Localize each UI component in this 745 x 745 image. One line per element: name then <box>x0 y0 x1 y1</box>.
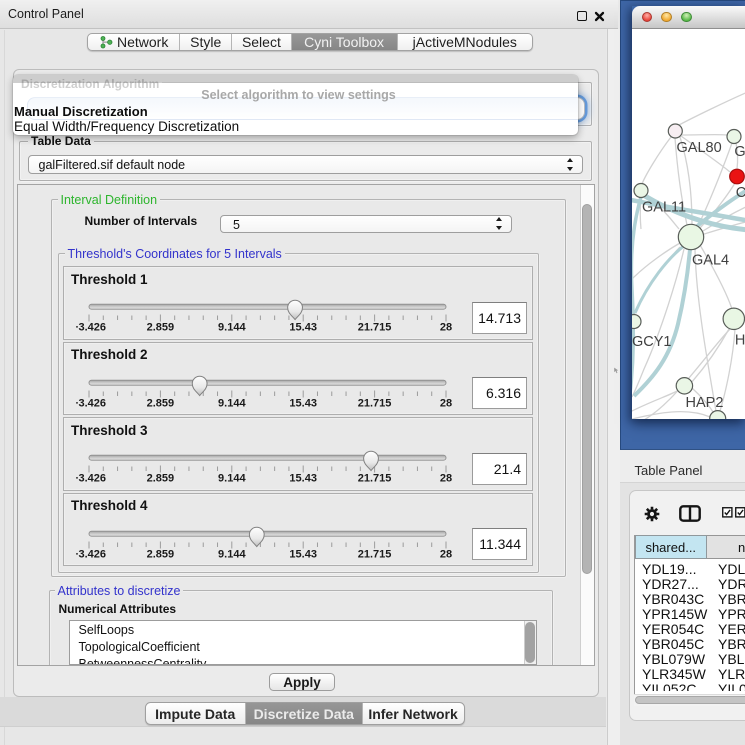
svg-text:9.144: 9.144 <box>218 322 246 334</box>
svg-text:15.43: 15.43 <box>289 397 317 409</box>
svg-text:−3.426: −3.426 <box>76 473 106 485</box>
svg-text:21.715: 21.715 <box>357 397 391 409</box>
svg-text:15.43: 15.43 <box>289 473 317 485</box>
svg-text:2.859: 2.859 <box>146 322 174 334</box>
svg-text:2.859: 2.859 <box>146 548 174 560</box>
svg-text:9.144: 9.144 <box>218 473 246 485</box>
svg-text:28: 28 <box>439 322 451 334</box>
svg-text:GAL80: GAL80 <box>677 139 722 155</box>
svg-text:15.43: 15.43 <box>289 322 317 334</box>
svg-text:HI: HI <box>735 332 745 348</box>
svg-text:−3.426: −3.426 <box>76 548 106 560</box>
svg-text:21.715: 21.715 <box>357 473 391 485</box>
svg-text:28: 28 <box>439 548 451 560</box>
svg-text:9.144: 9.144 <box>218 397 246 409</box>
svg-text:21.715: 21.715 <box>357 548 391 560</box>
svg-text:GCY1: GCY1 <box>632 334 672 350</box>
svg-text:GAL4: GAL4 <box>692 252 729 268</box>
svg-text:15.43: 15.43 <box>289 548 317 560</box>
svg-text:2.859: 2.859 <box>146 397 174 409</box>
svg-text:C: C <box>736 185 745 201</box>
svg-text:21.715: 21.715 <box>357 322 391 334</box>
svg-text:2.859: 2.859 <box>146 473 174 485</box>
svg-text:−3.426: −3.426 <box>76 397 106 409</box>
svg-text:GA: GA <box>734 143 745 159</box>
svg-text:9.144: 9.144 <box>218 548 246 560</box>
svg-text:HAP2: HAP2 <box>686 394 724 410</box>
svg-text:28: 28 <box>439 473 451 485</box>
svg-text:GAL11: GAL11 <box>642 199 686 215</box>
svg-text:28: 28 <box>439 397 451 409</box>
svg-text:−3.426: −3.426 <box>76 322 106 334</box>
